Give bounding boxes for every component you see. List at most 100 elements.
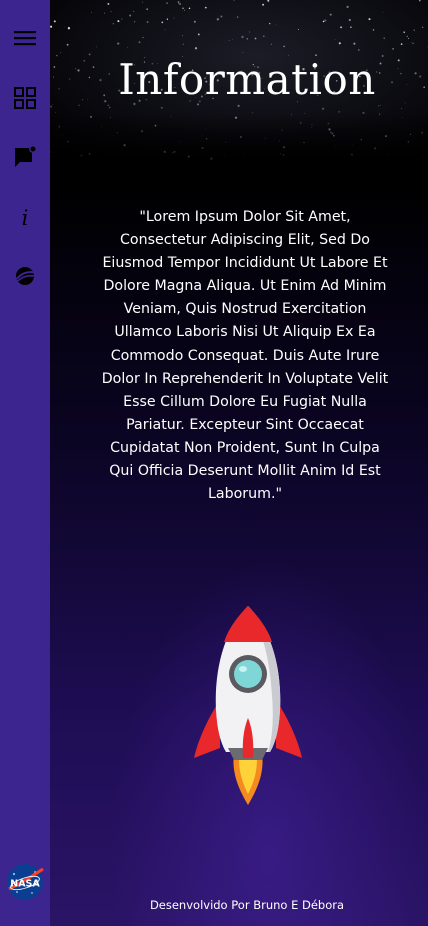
star bbox=[379, 104, 381, 106]
planet-icon bbox=[15, 267, 35, 285]
star bbox=[378, 105, 380, 107]
star bbox=[225, 141, 227, 143]
star bbox=[254, 37, 257, 40]
star bbox=[177, 0, 180, 3]
star bbox=[321, 107, 325, 110]
star bbox=[338, 111, 340, 113]
star bbox=[303, 141, 305, 144]
star bbox=[129, 14, 132, 17]
star bbox=[55, 112, 56, 114]
star bbox=[157, 155, 159, 157]
star bbox=[383, 37, 385, 39]
star bbox=[248, 31, 251, 33]
nasa-logo[interactable]: NASA bbox=[5, 862, 45, 902]
star bbox=[262, 3, 265, 6]
star bbox=[60, 52, 61, 54]
star bbox=[328, 128, 331, 131]
star bbox=[78, 104, 80, 106]
star bbox=[304, 113, 306, 115]
sidebar-item-planets[interactable] bbox=[0, 256, 50, 296]
star bbox=[387, 154, 389, 156]
chat-notification-icon bbox=[15, 145, 37, 167]
star bbox=[264, 142, 266, 144]
star bbox=[228, 40, 230, 41]
star bbox=[170, 115, 172, 117]
star bbox=[172, 152, 174, 154]
star bbox=[268, 22, 271, 25]
star bbox=[216, 18, 220, 21]
star bbox=[348, 18, 351, 22]
star bbox=[421, 131, 424, 134]
star bbox=[338, 42, 341, 45]
star bbox=[50, 25, 53, 28]
star bbox=[362, 111, 365, 115]
star bbox=[252, 112, 254, 114]
star bbox=[421, 26, 424, 28]
star bbox=[384, 135, 388, 138]
star bbox=[401, 117, 403, 118]
information-text: "Lorem Ipsum Dolor Sit Amet, Consectetur… bbox=[101, 209, 389, 503]
star bbox=[50, 151, 52, 153]
star bbox=[403, 31, 406, 34]
star bbox=[133, 10, 135, 12]
star bbox=[279, 140, 281, 142]
star bbox=[188, 7, 191, 10]
star bbox=[220, 15, 223, 18]
star bbox=[239, 135, 242, 139]
star bbox=[52, 104, 54, 106]
star bbox=[234, 116, 238, 119]
star bbox=[407, 141, 409, 143]
star bbox=[262, 35, 265, 38]
star bbox=[194, 47, 198, 50]
main-content: Information "Lorem Ipsum Dolor Sit Amet,… bbox=[50, 0, 428, 926]
sidebar-item-information[interactable]: i bbox=[0, 198, 50, 238]
star bbox=[340, 26, 343, 29]
star bbox=[146, 21, 149, 23]
star bbox=[204, 6, 207, 9]
star bbox=[96, 46, 98, 48]
star bbox=[412, 42, 414, 45]
star bbox=[117, 20, 120, 23]
star bbox=[350, 26, 352, 29]
star bbox=[282, 154, 285, 156]
star bbox=[283, 146, 286, 149]
app-root: i NASA Information "Lorem Ipsum Dolor Si… bbox=[0, 0, 428, 926]
sidebar-item-dashboard[interactable] bbox=[0, 78, 50, 118]
star bbox=[88, 153, 91, 155]
star bbox=[146, 8, 148, 10]
star bbox=[232, 39, 233, 41]
star bbox=[299, 122, 302, 124]
star bbox=[408, 37, 410, 40]
star bbox=[187, 155, 190, 158]
star bbox=[322, 20, 325, 23]
star bbox=[110, 10, 112, 12]
star bbox=[409, 133, 412, 136]
star bbox=[101, 126, 103, 127]
star bbox=[179, 3, 181, 5]
star bbox=[166, 2, 168, 4]
star bbox=[352, 144, 354, 146]
star bbox=[205, 138, 208, 140]
star bbox=[411, 42, 412, 44]
info-icon: i bbox=[21, 205, 29, 230]
star bbox=[242, 52, 244, 53]
menu-button[interactable] bbox=[0, 18, 50, 58]
star bbox=[334, 39, 336, 40]
star bbox=[372, 29, 375, 31]
page-title: Information bbox=[118, 55, 376, 104]
star bbox=[413, 29, 415, 31]
star bbox=[107, 2, 110, 5]
star bbox=[358, 49, 360, 51]
star bbox=[142, 1, 144, 3]
star bbox=[112, 23, 114, 25]
star bbox=[121, 18, 123, 20]
star bbox=[224, 156, 225, 158]
star bbox=[210, 157, 213, 160]
sidebar-item-messages[interactable] bbox=[0, 137, 50, 177]
star bbox=[205, 128, 207, 129]
star bbox=[127, 46, 129, 48]
star bbox=[90, 115, 92, 118]
dashboard-grid-icon bbox=[14, 87, 36, 109]
star bbox=[392, 48, 394, 50]
star bbox=[281, 129, 283, 132]
